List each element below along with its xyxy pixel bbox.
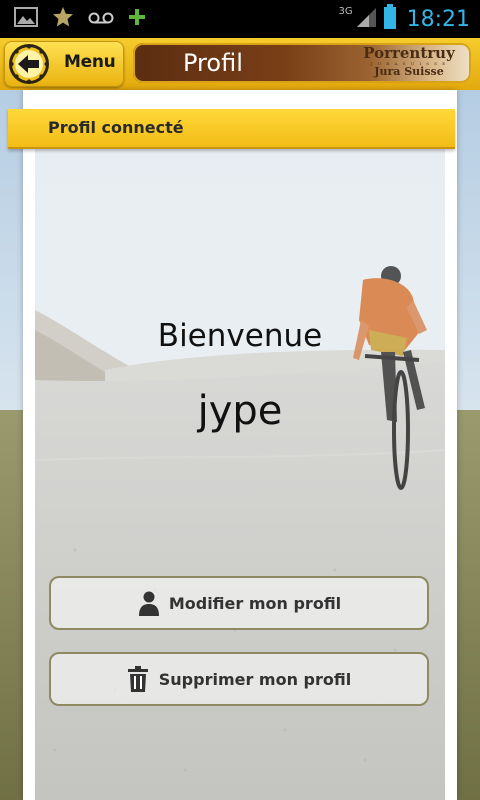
delete-profile-button[interactable]: Supprimer mon profil	[49, 652, 429, 706]
modify-profile-button[interactable]: Modifier mon profil	[49, 576, 429, 630]
notification-icons	[14, 6, 146, 32]
title-bar: Profil Porrentruy J U R A S U I S S E Ju…	[133, 43, 471, 83]
modify-profile-label: Modifier mon profil	[168, 593, 342, 613]
page-title: Profil	[183, 49, 243, 77]
system-icons: 3G 18:21	[338, 3, 470, 35]
clock: 18:21	[406, 6, 470, 32]
menu-back-button[interactable]: Menu	[4, 41, 124, 87]
section-title: Profil connecté	[48, 118, 184, 137]
trash-icon	[127, 666, 151, 692]
username-text: jype	[197, 388, 283, 434]
back-arrow-icon	[8, 43, 50, 85]
star-icon	[52, 6, 74, 32]
network-type-label: 3G	[338, 5, 353, 17]
user-icon	[137, 590, 161, 616]
battery-icon	[383, 4, 397, 34]
status-bar: 3G 18:21	[0, 0, 480, 38]
brand-region: Jura Suisse	[374, 65, 444, 78]
voicemail-icon	[88, 10, 114, 29]
plus-icon	[128, 8, 146, 30]
brand-logo: Porrentruy J U R A S U I S S E Jura Suis…	[355, 45, 463, 81]
signal-icon	[355, 6, 377, 32]
app-header: Menu Profil Porrentruy J U R A S U I S S…	[0, 38, 480, 92]
menu-label: Menu	[64, 52, 116, 72]
brand-name: Porrentruy	[363, 44, 455, 62]
gallery-icon	[14, 7, 38, 31]
section-banner: Profil connecté	[8, 109, 455, 149]
welcome-text: Bienvenue	[157, 318, 323, 354]
delete-profile-label: Supprimer mon profil	[158, 669, 352, 689]
